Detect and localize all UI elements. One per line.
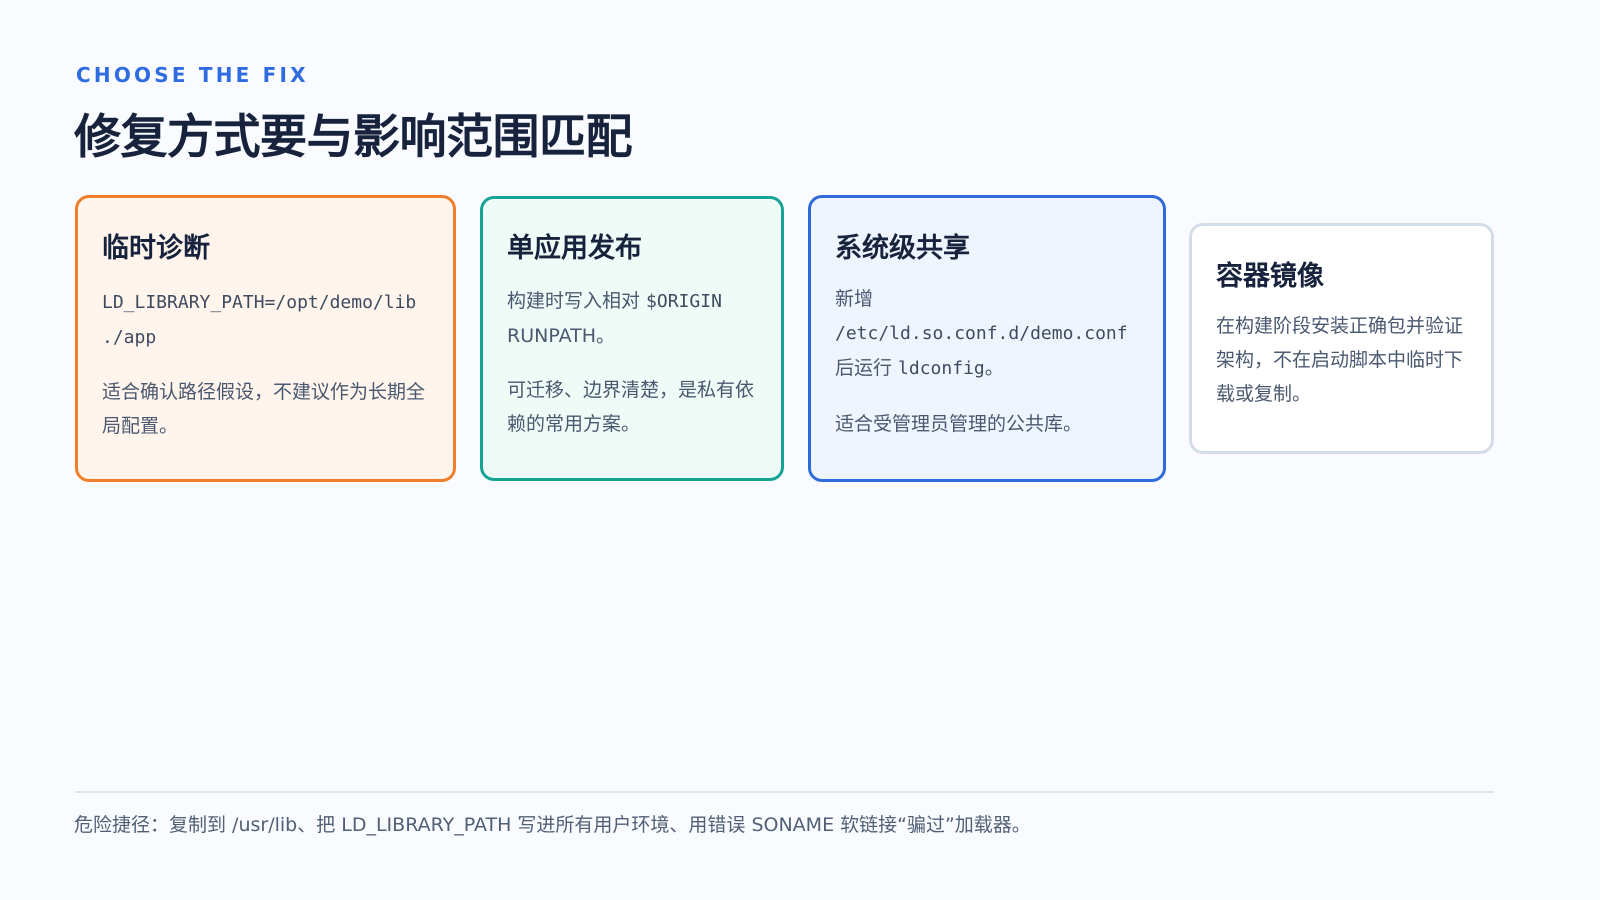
footer-divider [75, 791, 1494, 793]
card-description: 适合受管理员管理的公共库。 [835, 413, 1083, 435]
footer-note: 危险捷径：复制到 /usr/lib、把 LD_LIBRARY_PATH 写进所有… [74, 814, 1031, 836]
text-prefix: 构建时写入相对 [507, 290, 647, 312]
text-prefix: 新增 [835, 288, 874, 310]
card-title: 系统级共享 [835, 233, 970, 264]
code-ldconfig: ldconfig [898, 358, 985, 379]
text-suffix: RUNPATH。 [507, 325, 615, 347]
card-description-primary: 构建时写入相对 $ORIGIN RUNPATH。 [507, 284, 757, 353]
code-conf-path: /etc/ld.so.conf.d/demo.conf [835, 323, 1128, 344]
card-single-app-release: 单应用发布 构建时写入相对 $ORIGIN RUNPATH。 可迁移、边界清楚，… [480, 196, 784, 481]
command-snippet: LD_LIBRARY_PATH=/opt/demo/lib ./app [102, 285, 429, 355]
code-origin: $ORIGIN [646, 291, 722, 312]
eyebrow-label: CHOOSE THE FIX [76, 63, 309, 87]
command-line-2: ./app [102, 327, 157, 348]
card-description: 适合确认路径假设，不建议作为长期全局配置。 [102, 381, 426, 437]
command-line-1: LD_LIBRARY_PATH=/opt/demo/lib [102, 292, 417, 313]
card-description-primary: 新增 /etc/ld.so.conf.d/demo.conf 后运行 ldcon… [835, 282, 1139, 386]
text-mid: 后运行 [835, 357, 899, 379]
card-title: 单应用发布 [507, 233, 642, 264]
card-title: 临时诊断 [102, 233, 210, 264]
page-title: 修复方式要与影响范围匹配 [74, 110, 633, 165]
card-description: 在构建阶段安装正确包并验证架构，不在启动脚本中临时下载或复制。 [1216, 315, 1464, 405]
card-temporary-diagnosis: 临时诊断 LD_LIBRARY_PATH=/opt/demo/lib ./app… [75, 195, 456, 482]
card-title: 容器镜像 [1216, 261, 1324, 292]
text-suffix: 。 [984, 357, 1004, 379]
card-description: 可迁移、边界清楚，是私有依赖的常用方案。 [507, 379, 755, 435]
card-container-image: 容器镜像 在构建阶段安装正确包并验证架构，不在启动脚本中临时下载或复制。 [1189, 223, 1494, 454]
card-system-wide-sharing: 系统级共享 新增 /etc/ld.so.conf.d/demo.conf 后运行… [808, 195, 1166, 482]
